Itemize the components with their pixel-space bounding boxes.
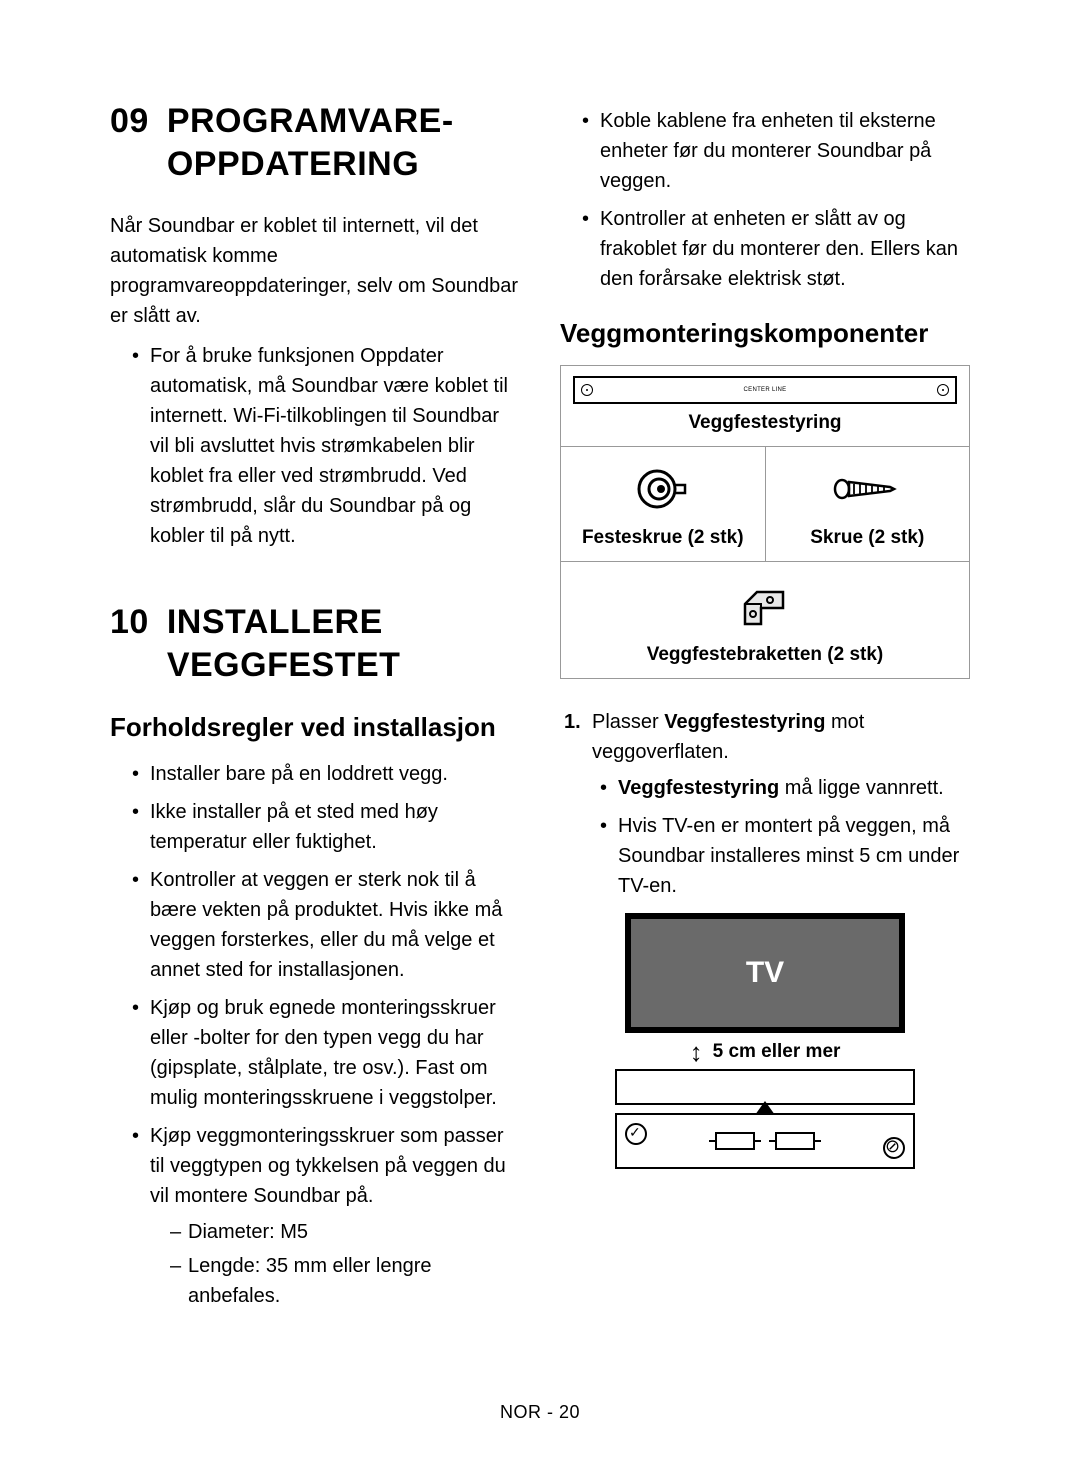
check-icon [625, 1123, 647, 1145]
section-number: 10 [110, 601, 149, 686]
list-item: Kjøp veggmonteringsskruer som passer til… [132, 1121, 520, 1311]
list-item: Kjøp og bruk egnede monteringsskruer ell… [132, 993, 520, 1113]
pointer-arrow-icon [755, 1101, 775, 1115]
list-item: Ikke installer på et sted med høy temper… [132, 797, 520, 857]
list-item: Kontroller at veggen er sterk nok til å … [132, 865, 520, 985]
list-item: Installer bare på en loddrett vegg. [132, 759, 520, 789]
component-cell-holder-screw: Festeskrue (2 stk) [561, 447, 766, 561]
page-content: 09 PROGRAMVARE-OPPDATERING Når Soundbar … [0, 0, 1080, 1395]
component-label: Skrue (2 stk) [810, 527, 924, 549]
section-title-text: INSTALLERE VEGGFESTET [167, 601, 520, 686]
step-item: 1. Plasser Veggfestestyring mot veggover… [564, 707, 970, 901]
forbid-icon [883, 1137, 905, 1159]
gap-indicator: ↕ 5 cm eller mer [615, 1039, 915, 1065]
soundbar-icon [615, 1069, 915, 1105]
step-text: Plasser Veggfestestyring mot veggoverfla… [592, 711, 864, 763]
wall-mount-guide-icon: CENTER LINE [573, 376, 957, 404]
components-table: CENTER LINE Veggfestestyring F [560, 365, 970, 679]
components-heading: Veggmonteringskomponenter [560, 318, 970, 349]
hole-icon [581, 384, 593, 396]
list-item: Koble kablene fra enheten til eksterne e… [582, 106, 970, 196]
right-column: Koble kablene fra enheten til eksterne e… [560, 100, 970, 1335]
left-column: 09 PROGRAMVARE-OPPDATERING Når Soundbar … [110, 100, 520, 1335]
list-item: Kontroller at enheten er slått av og fra… [582, 204, 970, 294]
section-title-text: PROGRAMVARE-OPPDATERING [167, 100, 520, 185]
wall-guide-strip-icon [615, 1113, 915, 1169]
page-footer: NOR - 20 [0, 1402, 1080, 1423]
list-item: Veggfestestyring må ligge vannrett. [600, 773, 970, 803]
component-label: Veggfestestyring [561, 404, 969, 446]
hole-icon [937, 384, 949, 396]
slot-icon [775, 1132, 815, 1150]
component-row-guide: CENTER LINE Veggfestestyring [561, 376, 969, 447]
precautions-heading: Forholdsregler ved installasjon [110, 712, 520, 743]
tv-icon: TV [625, 913, 905, 1033]
center-line-icon: CENTER LINE [744, 387, 787, 393]
step-sub-bullets: Veggfestestyring må ligge vannrett. Hvis… [592, 773, 970, 901]
component-row-screws: Festeskrue (2 stk) Skrue (2 stk) [561, 447, 969, 562]
updown-arrow-icon: ↕ [690, 1039, 703, 1065]
section-09-intro: Når Soundbar er koblet til internett, vi… [110, 211, 520, 331]
sub-list-item: Diameter: M5 [170, 1217, 520, 1247]
component-row-bracket: Veggfestebraketten (2 stk) [561, 562, 969, 678]
sub-list: Diameter: M5 Lengde: 35 mm eller lengre … [150, 1217, 520, 1311]
component-label: Veggfestebraketten (2 stk) [647, 644, 884, 666]
right-bullets: Koble kablene fra enheten til eksterne e… [560, 106, 970, 294]
list-item-text: Kjøp veggmonteringsskruer som passer til… [150, 1125, 506, 1207]
tv-mounting-diagram: TV ↕ 5 cm eller mer [615, 913, 915, 1169]
section-09-bullets: For å bruke funksjonen Oppdater automati… [110, 341, 520, 551]
bracket-icon [733, 576, 797, 632]
precautions-list: Installer bare på en loddrett vegg. Ikke… [110, 759, 520, 1311]
sub-list-item: Lengde: 35 mm eller lengre anbefales. [170, 1251, 520, 1311]
steps-list: 1. Plasser Veggfestestyring mot veggover… [560, 707, 970, 901]
screw-icon [832, 461, 902, 517]
component-cell-screw: Skrue (2 stk) [766, 447, 970, 561]
holder-screw-icon [635, 461, 691, 517]
gap-label: 5 cm eller mer [713, 1041, 841, 1063]
section-09-heading: 09 PROGRAMVARE-OPPDATERING [110, 100, 520, 185]
step-number: 1. [564, 707, 581, 737]
list-item: Hvis TV-en er montert på veggen, må Soun… [600, 811, 970, 901]
slot-icon [715, 1132, 755, 1150]
section-10-heading: 10 INSTALLERE VEGGFESTET [110, 601, 520, 686]
list-item: For å bruke funksjonen Oppdater automati… [132, 341, 520, 551]
tv-label: TV [746, 956, 784, 990]
component-label: Festeskrue (2 stk) [582, 527, 744, 549]
section-number: 09 [110, 100, 149, 185]
